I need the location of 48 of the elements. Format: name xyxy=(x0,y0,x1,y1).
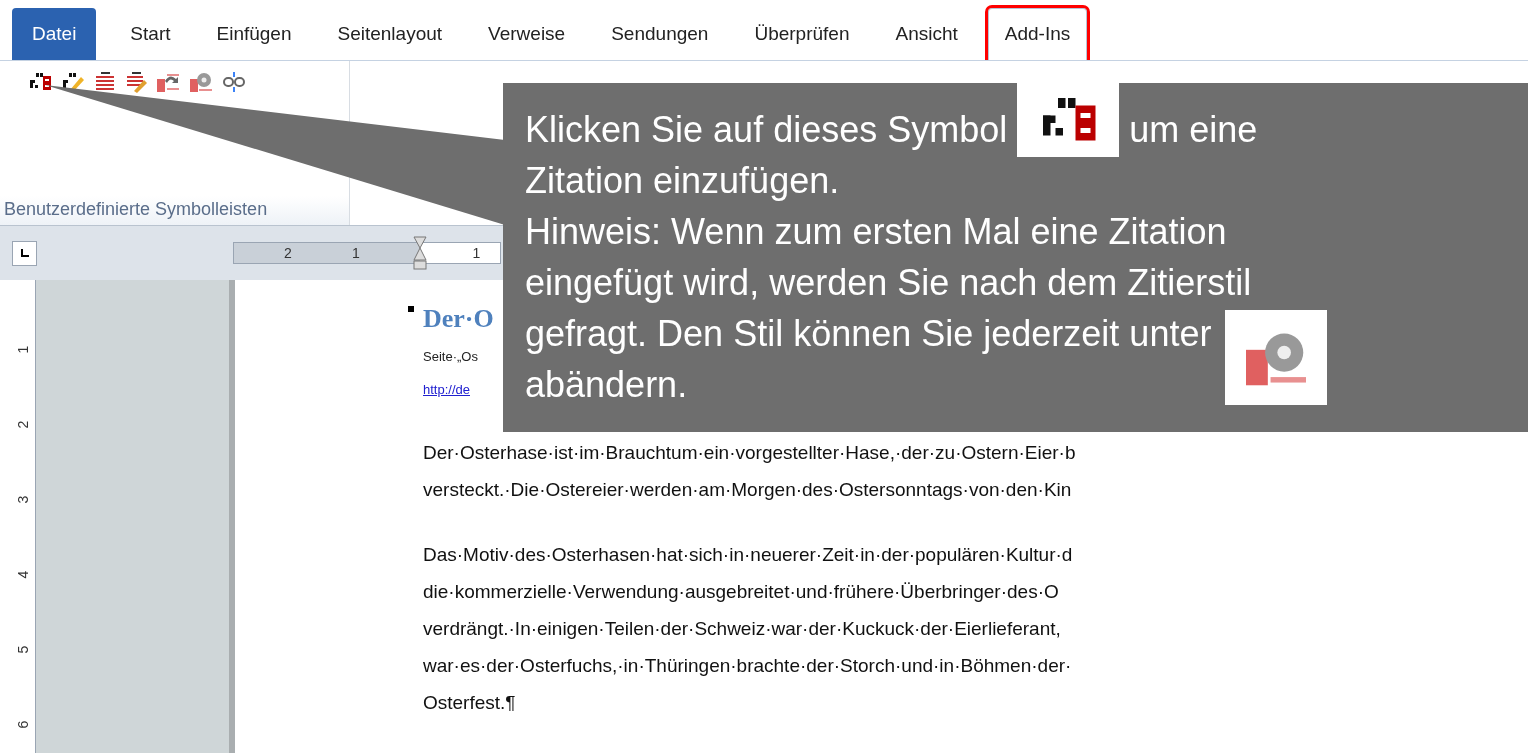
citation-icon xyxy=(1017,83,1120,157)
callout-text: eingefügt wird, werden Sie nach dem Zitierstil xyxy=(525,261,1252,304)
ruler-number: 1 xyxy=(352,243,360,263)
tab-stop-selector[interactable] xyxy=(12,240,37,266)
ruler-number: 4 xyxy=(14,570,32,579)
document-heading: Der·O xyxy=(423,303,494,335)
unlink-icon[interactable] xyxy=(222,71,246,93)
settings-icon[interactable] xyxy=(189,71,213,93)
file-tab[interactable]: Datei xyxy=(12,8,97,60)
ruler-number: 1 xyxy=(472,243,481,263)
body-text-line: verdrängt.·In·einigen·Teilen·der·Schweiz·war·der·Kuckuck·der·Eierlieferant, xyxy=(423,617,1061,641)
body-text-line: Der·Osterhase·ist·im·Brauchtum·ein·vorgestellter·Hase,·der·zu·Ostern·Eier·b xyxy=(423,441,1076,465)
paragraph-marker xyxy=(408,306,414,312)
body-text-line: Osterfest.¶ xyxy=(423,691,516,715)
ribbon-tab[interactable]: Sendungen xyxy=(595,8,725,60)
ribbon-group-label: Benutzerdefinierte Symbolleisten xyxy=(3,198,269,221)
ribbon-tab[interactable]: Verweise xyxy=(472,8,582,60)
ribbon-tab[interactable]: Add-Ins xyxy=(987,8,1088,60)
body-text-line: die·kommerzielle·Verwendung·ausgebreitet·und·frühere·Überbringer·des·O xyxy=(423,580,1059,604)
ruler-number: 2 xyxy=(14,420,32,429)
source-link[interactable]: http://de xyxy=(423,373,470,406)
ribbon-tab[interactable]: Start xyxy=(114,8,187,60)
ruler-number: 5 xyxy=(14,645,32,654)
bibliography-edit-icon[interactable] xyxy=(125,71,147,93)
citation-icon[interactable] xyxy=(28,71,52,93)
ruler-number: 3 xyxy=(14,495,32,504)
source-text: Seite·„Os xyxy=(423,348,478,366)
callout-text: Zitation einzufügen. xyxy=(525,159,840,202)
callout-text: Hinweis: Wenn zum ersten Mal eine Zitation xyxy=(525,210,1227,253)
indent-marker[interactable] xyxy=(413,236,427,270)
callout-text: Klicken Sie auf dieses Symbol xyxy=(525,108,1008,151)
settings-icon xyxy=(1225,310,1328,405)
callout-text: um eine xyxy=(1129,108,1258,151)
ribbon-tab[interactable]: Ansicht xyxy=(879,8,974,60)
bibliography-icon[interactable] xyxy=(94,71,116,93)
ruler-number: 6 xyxy=(14,720,32,729)
body-text-line: war·es·der·Osterfuchs,·in·Thüringen·brachte·der·Storch·und·in·Böhmen·der· xyxy=(423,654,1072,678)
refresh-icon[interactable] xyxy=(156,71,180,93)
ruler-number: 2 xyxy=(284,243,292,263)
ribbon-tab[interactable]: Seitenlayout xyxy=(321,8,459,60)
horizontal-ruler[interactable]: 2 1 1 xyxy=(233,242,501,264)
callout-text: gefragt. Den Stil können Sie jederzeit unter xyxy=(525,312,1212,355)
ribbon-tab[interactable]: Überprüfen xyxy=(738,8,866,60)
body-text-line: Das·Motiv·des·Osterhasen·hat·sich·in·neuerer·Zeit·in·der·populären·Kultur·d xyxy=(423,543,1073,567)
ruler-number: 1 xyxy=(14,345,32,354)
body-text-line: versteckt.·Die·Ostereier·werden·am·Morgen·des·Ostersonntags·von·den·Kin xyxy=(423,478,1072,502)
ribbon-tab[interactable]: Einfügen xyxy=(200,8,308,60)
callout-text: abändern. xyxy=(525,363,688,406)
